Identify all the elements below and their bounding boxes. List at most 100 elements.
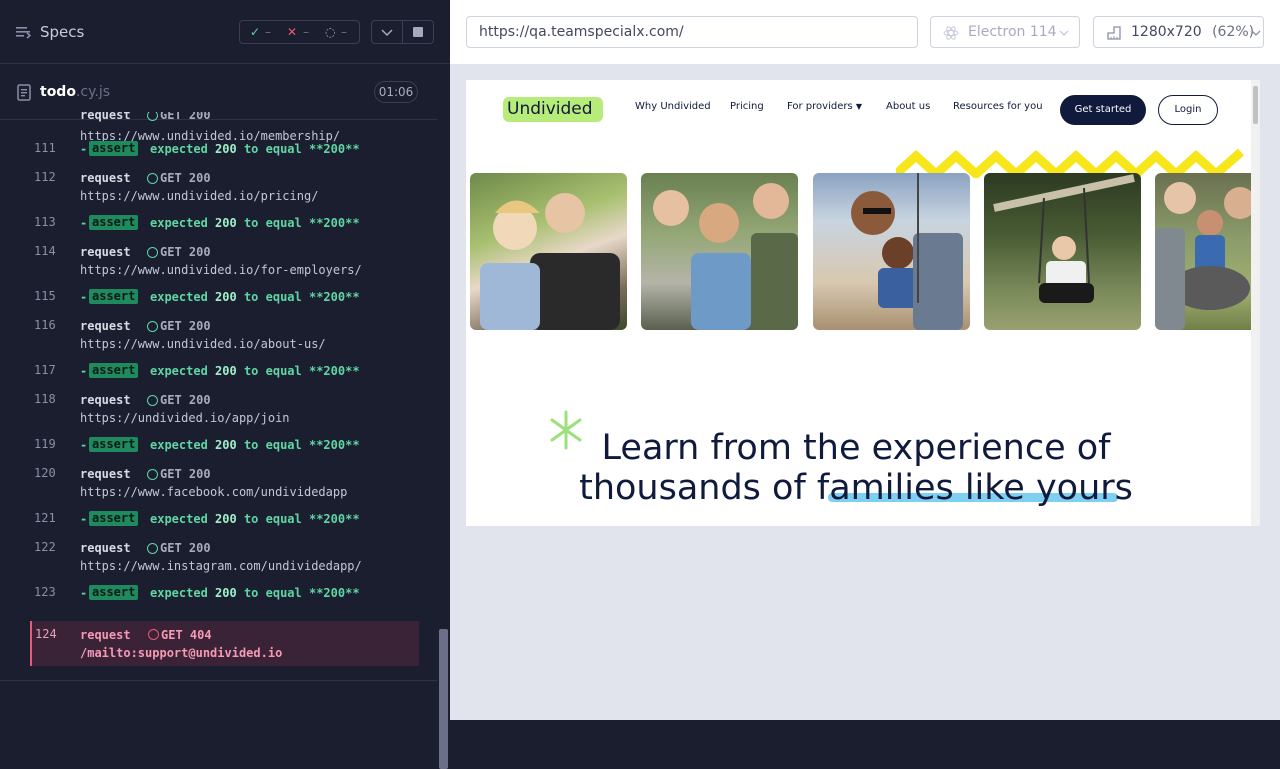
request-method: GET 200 <box>160 112 211 122</box>
frame-scrollbar-thumb[interactable] <box>1253 86 1258 124</box>
assert-value: **200** <box>308 364 360 378</box>
reporter-panel: Specs ✓ – ✕ – ◌ – todo.cy.js 01:06 reque… <box>0 0 450 769</box>
nav-pricing[interactable]: Pricing <box>730 101 764 112</box>
assert-text: expected <box>150 586 208 600</box>
assert-value: 200 <box>215 142 237 156</box>
row-number: 124 <box>35 627 57 641</box>
browser-name: Electron 114 <box>968 24 1057 40</box>
status-circle-icon <box>147 321 158 332</box>
command-name: request <box>80 393 131 407</box>
family-photo <box>641 173 798 330</box>
site-logo[interactable]: Undivided <box>503 97 603 122</box>
assert-value: **200** <box>308 438 360 452</box>
command-name: request <box>80 112 131 122</box>
url-field[interactable]: https://qa.teamspecialx.com/ <box>466 16 918 48</box>
zoom-level: (62%) <box>1212 24 1255 40</box>
request-method: GET 200 <box>160 171 211 185</box>
browser-select[interactable]: Electron 114 <box>930 16 1080 48</box>
assert-value: **200** <box>308 290 360 304</box>
viewport-select[interactable]: 1280x720 (62%) <box>1093 16 1264 48</box>
status-circle-icon <box>147 173 158 184</box>
command-log: request GET 200 https://www.undivided.io… <box>30 112 419 672</box>
assert-dash: - <box>80 142 88 156</box>
command-name: request <box>80 171 131 185</box>
log-scrollbar[interactable] <box>437 64 450 769</box>
command-name: request <box>80 319 131 333</box>
spec-file-name[interactable]: todo.cy.js <box>40 84 110 100</box>
chevron-down-icon <box>381 29 393 37</box>
nav-for-providers[interactable]: For providers ▼ <box>787 101 862 112</box>
status-circle-icon <box>147 112 158 121</box>
request-url: https://www.undivided.io/pricing/ <box>80 189 319 203</box>
chevron-down-icon <box>1251 30 1261 36</box>
row-number: 118 <box>34 392 56 406</box>
assert-message: expected 200 to equal **200** <box>150 512 360 526</box>
request-url: https://www.facebook.com/undividedapp <box>80 485 348 499</box>
spec-file-basename: todo <box>40 84 76 100</box>
assert-message: expected 200 to equal **200** <box>150 438 360 452</box>
row-number: 120 <box>34 466 56 480</box>
assert-text: to equal <box>243 216 302 230</box>
app-under-test-frame: Undivided Why Undivided Pricing For prov… <box>466 80 1260 526</box>
assert-badge: assert <box>89 585 139 600</box>
row-number: 113 <box>34 215 56 229</box>
specs-label[interactable]: Specs <box>40 23 84 41</box>
request-method: GET 200 <box>160 467 211 481</box>
nav-resources[interactable]: Resources for you <box>953 101 1043 112</box>
assert-badge: assert <box>89 511 139 526</box>
assert-message: expected 200 to equal **200** <box>150 216 360 230</box>
assert-text: expected <box>150 142 208 156</box>
status-circle-icon <box>148 629 159 640</box>
hero-headline: Learn from the experience of thousands o… <box>466 428 1246 508</box>
assert-text: to equal <box>243 586 302 600</box>
request-url: https://www.instagram.com/undividedapp/ <box>80 559 362 573</box>
row-number: 119 <box>34 437 56 451</box>
status-circle-icon <box>147 469 158 480</box>
test-stats: ✓ – ✕ – ◌ – <box>239 20 360 44</box>
status-circle-icon <box>147 395 158 406</box>
assert-text: expected <box>150 216 208 230</box>
collapse-button[interactable] <box>371 20 403 44</box>
row-number: 114 <box>34 244 56 258</box>
request-url: /mailto:support@undivided.io <box>80 646 283 660</box>
headline-text: thousands of <box>579 468 817 508</box>
nav-why-undivided[interactable]: Why Undivided <box>635 101 711 112</box>
assert-dash: - <box>80 216 88 230</box>
electron-icon <box>943 26 959 40</box>
stop-button[interactable] <box>403 20 434 44</box>
preview-toolbar: https://qa.teamspecialx.com/ Electron 11… <box>450 0 1280 64</box>
row-number: 121 <box>34 511 56 525</box>
ruler-icon <box>1107 26 1121 40</box>
passed-check-icon: ✓ <box>250 25 261 39</box>
request-url: https://www.undivided.io/for-employers/ <box>80 263 362 277</box>
assert-dash: - <box>80 290 88 304</box>
assert-text: expected <box>150 438 208 452</box>
assert-badge: assert <box>89 289 139 304</box>
specs-list-icon[interactable] <box>16 24 32 40</box>
request-method: GET 200 <box>160 245 211 259</box>
assert-text: expected <box>150 512 208 526</box>
family-photo <box>1155 173 1260 330</box>
caret-down-icon: ▼ <box>855 102 863 111</box>
get-started-button[interactable]: Get started <box>1060 95 1146 125</box>
assert-value: **200** <box>308 142 360 156</box>
row-number: 111 <box>34 141 56 155</box>
login-button[interactable]: Login <box>1158 95 1218 125</box>
failed-x-icon: ✕ <box>287 25 298 39</box>
assert-badge: assert <box>89 437 139 452</box>
assert-text: to equal <box>243 512 302 526</box>
failed-count: – <box>303 25 309 39</box>
scrollbar-thumb[interactable] <box>439 629 448 769</box>
assert-message: expected 200 to equal **200** <box>150 290 360 304</box>
log-row-error[interactable]: 124 request GET 404 /mailto:support@undi… <box>30 621 419 666</box>
assert-dash: - <box>80 438 88 452</box>
nav-about-us[interactable]: About us <box>886 101 930 112</box>
headline-emphasis: families like yours <box>816 468 1133 508</box>
reporter-header: Specs ✓ – ✕ – ◌ – <box>0 0 450 64</box>
spec-file-extension: .cy.js <box>75 84 111 100</box>
assert-value: 200 <box>215 290 237 304</box>
assert-text: to equal <box>243 438 302 452</box>
frame-scrollbar[interactable] <box>1251 80 1260 526</box>
row-number: 117 <box>34 363 56 377</box>
nav-for-providers-label: For providers <box>787 101 853 112</box>
